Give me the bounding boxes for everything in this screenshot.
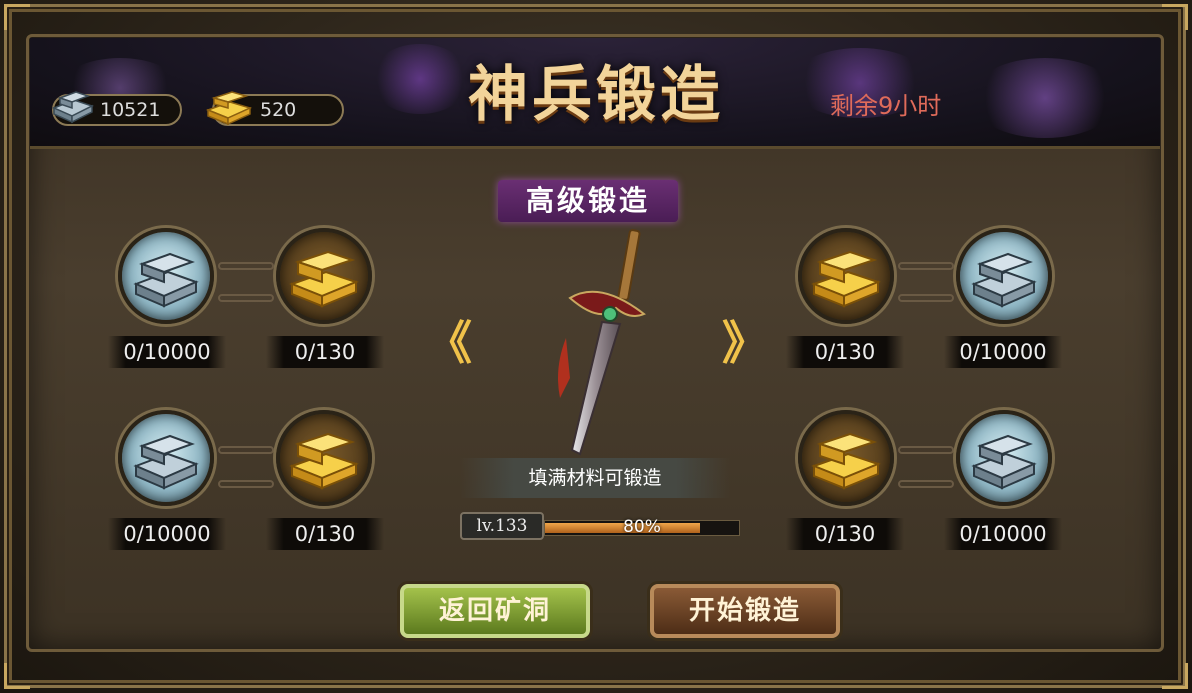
gold-resource-value: 520 [260,99,297,121]
page-title: 神兵锻造 [468,60,724,130]
chain-decoration [898,480,954,488]
prev-weapon-arrow[interactable]: 《 [426,318,472,368]
gold-count: 0/130 [786,518,904,550]
iron-material-slot[interactable] [118,228,214,324]
weapon-level: lv.133 [460,512,544,540]
iron-ingot-icon [971,434,1037,490]
iron-count: 0/10000 [108,336,226,368]
chain-decoration [218,480,274,488]
gold-ingot-icon [811,250,881,308]
gold-count: 0/130 [266,518,384,550]
gold-material-slot[interactable] [798,410,894,506]
chain-decoration [898,294,954,302]
iron-material-slot[interactable] [956,228,1052,324]
gold-material-slot[interactable] [276,410,372,506]
start-forge-button[interactable]: 开始锻造 [650,584,840,638]
gold-count: 0/130 [266,336,384,368]
back-to-mine-button[interactable]: 返回矿洞 [400,584,590,638]
next-weapon-arrow[interactable]: 》 [722,318,768,368]
iron-material-slot[interactable] [118,410,214,506]
gold-ingot-icon [289,432,359,490]
iron-ingot-icon [52,91,94,124]
chain-decoration [218,262,274,270]
chain-decoration [218,294,274,302]
frame-corner [4,663,30,689]
forge-mode-label: 高级锻造 [498,180,678,222]
gold-ingot-icon [289,250,359,308]
frame-corner [1162,4,1188,30]
chain-decoration [218,446,274,454]
chain-decoration [898,262,954,270]
gold-count: 0/130 [786,336,904,368]
forge-hint: 填满材料可锻造 [460,458,730,498]
frame-corner [4,4,30,30]
iron-ingot-icon [971,252,1037,308]
remaining-time: 剩余9小时 [830,92,942,120]
frame-corner [1162,663,1188,689]
iron-count: 0/10000 [108,518,226,550]
iron-ingot-icon [133,434,199,490]
iron-resource-value: 10521 [100,99,161,121]
forge-screen: 10521 520 神兵锻造 剩余9小时 高级锻造 0/10000 0/130 … [0,0,1192,693]
iron-ingot-icon [133,252,199,308]
forge-progress-text: 80% [623,517,661,537]
gold-material-slot[interactable] [276,228,372,324]
gold-material-slot[interactable] [798,228,894,324]
gold-ingot-icon [205,91,253,126]
iron-count: 0/10000 [944,518,1062,550]
forge-progress-bar: 80% [544,517,740,537]
chain-decoration [898,446,954,454]
sword-icon [558,229,646,456]
iron-material-slot[interactable] [956,410,1052,506]
gold-ingot-icon [811,432,881,490]
iron-count: 0/10000 [944,336,1062,368]
